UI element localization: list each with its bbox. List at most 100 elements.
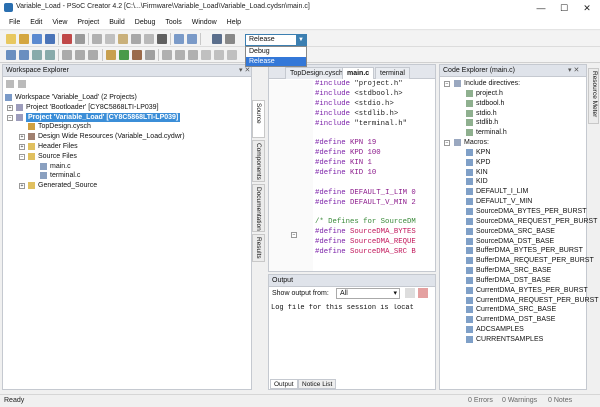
config-option-debug[interactable]: Debug <box>246 47 306 57</box>
menu-window[interactable]: Window <box>187 16 222 29</box>
menu-tools[interactable]: Tools <box>160 16 186 29</box>
macro-item[interactable]: SourceDMA_DST_BASE <box>442 237 586 247</box>
macro-item[interactable]: CurrentDMA_REQUEST_PER_BURST <box>442 296 599 306</box>
macro-item[interactable]: BufferDMA_SRC_BASE <box>442 266 586 276</box>
fold-icon[interactable]: − <box>291 232 297 238</box>
tab-source[interactable]: Source <box>252 100 265 138</box>
workspace-node[interactable]: Workspace 'Variable_Load' (2 Projects) <box>5 93 251 103</box>
tree-item-main-c[interactable]: main.c <box>5 162 251 172</box>
macro-item[interactable]: ADCSAMPLES <box>442 325 586 335</box>
options-icon[interactable] <box>227 50 237 60</box>
expand-icon[interactable]: + <box>19 143 25 150</box>
include-item[interactable]: stdbool.h <box>442 99 586 109</box>
project-node-bootloader[interactable]: + Project 'Bootloader' [CY8C5868LTI-LP03… <box>5 103 251 113</box>
duplicate-icon[interactable] <box>131 34 141 44</box>
expand-icon[interactable]: + <box>19 183 25 190</box>
properties-icon[interactable] <box>201 50 211 60</box>
copy-icon[interactable] <box>105 34 115 44</box>
macro-item[interactable]: SourceDMA_REQUEST_PER_BURST <box>442 217 597 227</box>
macro-item[interactable]: SourceDMA_SRC_BASE <box>442 227 586 237</box>
new-file-icon[interactable] <box>6 34 16 44</box>
indent-icon[interactable] <box>32 50 42 60</box>
macro-item[interactable]: CurrentDMA_DST_BASE <box>442 315 586 325</box>
redo-icon[interactable] <box>187 34 197 44</box>
menu-project[interactable]: Project <box>72 16 104 29</box>
cut-icon[interactable] <box>92 34 102 44</box>
program-icon[interactable] <box>106 50 116 60</box>
chip-icon[interactable] <box>132 50 142 60</box>
macro-item[interactable]: KPN <box>442 148 586 158</box>
tab-notice-list[interactable]: Notice List <box>298 379 337 389</box>
clear-output-icon[interactable] <box>405 288 415 298</box>
zoom-out-icon[interactable] <box>175 50 185 60</box>
close-button[interactable]: ✕ <box>576 0 598 16</box>
word-wrap-icon[interactable] <box>418 288 428 298</box>
save-all-icon[interactable] <box>45 34 55 44</box>
collapse-icon[interactable]: − <box>7 114 13 121</box>
open-folder-icon[interactable] <box>19 34 29 44</box>
paste-icon[interactable] <box>118 34 128 44</box>
macro-item[interactable]: KIN <box>442 168 586 178</box>
code-area[interactable]: #include "project.h" #include <stdbool.h>… <box>315 80 435 271</box>
minimize-button[interactable]: — <box>530 0 552 16</box>
collapse-icon[interactable]: − <box>444 81 450 87</box>
macro-item[interactable]: CurrentDMA_SRC_BASE <box>442 305 586 315</box>
include-item[interactable]: stdio.h <box>442 109 586 119</box>
tree-item-generated-source[interactable]: + Generated_Source <box>5 181 251 191</box>
macro-item[interactable]: BufferDMA_REQUEST_PER_BURST <box>442 256 594 266</box>
tab-main-c[interactable]: main.c <box>342 67 375 79</box>
macro-item[interactable]: DEFAULT_V_MIN <box>442 197 586 207</box>
include-item[interactable]: project.h <box>442 89 586 99</box>
undo-icon[interactable] <box>174 34 184 44</box>
include-item[interactable]: stdlib.h <box>442 118 586 128</box>
tab-topdesign[interactable]: TopDesign.cysch <box>285 67 348 79</box>
expand-icon[interactable]: + <box>19 134 25 141</box>
binoculars-icon[interactable] <box>212 34 222 44</box>
macro-item[interactable]: CURRENTSAMPLES <box>442 335 586 345</box>
tab-results[interactable]: Results <box>252 234 265 262</box>
project-node-variable-load[interactable]: − Project 'Variable_Load' [CY8C5868LTI-L… <box>5 112 251 123</box>
build-config-select[interactable]: Release ▼ <box>245 34 307 46</box>
expand-icon[interactable]: + <box>7 104 13 111</box>
chevron-down-icon[interactable]: ▼ <box>296 35 306 45</box>
menu-edit[interactable]: Edit <box>25 16 47 29</box>
build-icon[interactable] <box>62 34 72 44</box>
tree-item-topdesign[interactable]: TopDesign.cysch <box>5 122 251 132</box>
collapse-icon[interactable]: − <box>19 153 25 160</box>
collapse-icon[interactable] <box>17 80 26 88</box>
include-item[interactable]: terminal.h <box>442 128 586 138</box>
zoom-in-icon[interactable] <box>162 50 172 60</box>
menu-debug[interactable]: Debug <box>130 16 161 29</box>
macro-item[interactable]: KPD <box>442 158 586 168</box>
prev-bookmark-icon[interactable] <box>75 50 85 60</box>
clipboard-icon[interactable] <box>144 34 154 44</box>
bookmark-icon[interactable] <box>62 50 72 60</box>
panel-pin-icon[interactable]: ▾ ✕ <box>568 66 579 74</box>
print-icon[interactable] <box>75 34 85 44</box>
menu-file[interactable]: File <box>4 16 25 29</box>
macro-item[interactable]: KID <box>442 177 586 187</box>
tab-documentation[interactable]: Documentation <box>252 184 265 232</box>
collapse-icon[interactable]: − <box>444 140 450 147</box>
tab-resource-meter[interactable]: Resource Meter <box>588 68 599 124</box>
outdent-icon[interactable] <box>45 50 55 60</box>
tree-item-source-files[interactable]: − Source Files <box>5 152 251 162</box>
uncomment-icon[interactable] <box>19 50 29 60</box>
tab-output[interactable]: Output <box>270 379 298 389</box>
tree-item-header-files[interactable]: + Header Files <box>5 142 251 152</box>
tab-terminal[interactable]: terminal <box>375 67 410 79</box>
macro-item[interactable]: DEFAULT_I_LIM <box>442 187 586 197</box>
config-option-release[interactable]: Release <box>246 56 306 66</box>
tab-components[interactable]: Components <box>252 140 265 182</box>
macro-item[interactable]: CurrentDMA_BYTES_PER_BURST <box>442 286 588 296</box>
refresh-icon[interactable] <box>6 80 14 88</box>
include-directives-node[interactable]: − Include directives: <box>442 79 586 89</box>
macros-node[interactable]: − Macros: <box>442 138 586 148</box>
menu-help[interactable]: Help <box>222 16 246 29</box>
maximize-button[interactable]: ☐ <box>553 0 575 16</box>
find-dropdown-icon[interactable] <box>225 34 235 44</box>
delete-icon[interactable] <box>157 34 167 44</box>
panel-pin-icon[interactable]: ▾ ✕ <box>239 66 250 74</box>
menu-view[interactable]: View <box>47 16 72 29</box>
menu-build[interactable]: Build <box>104 16 130 29</box>
